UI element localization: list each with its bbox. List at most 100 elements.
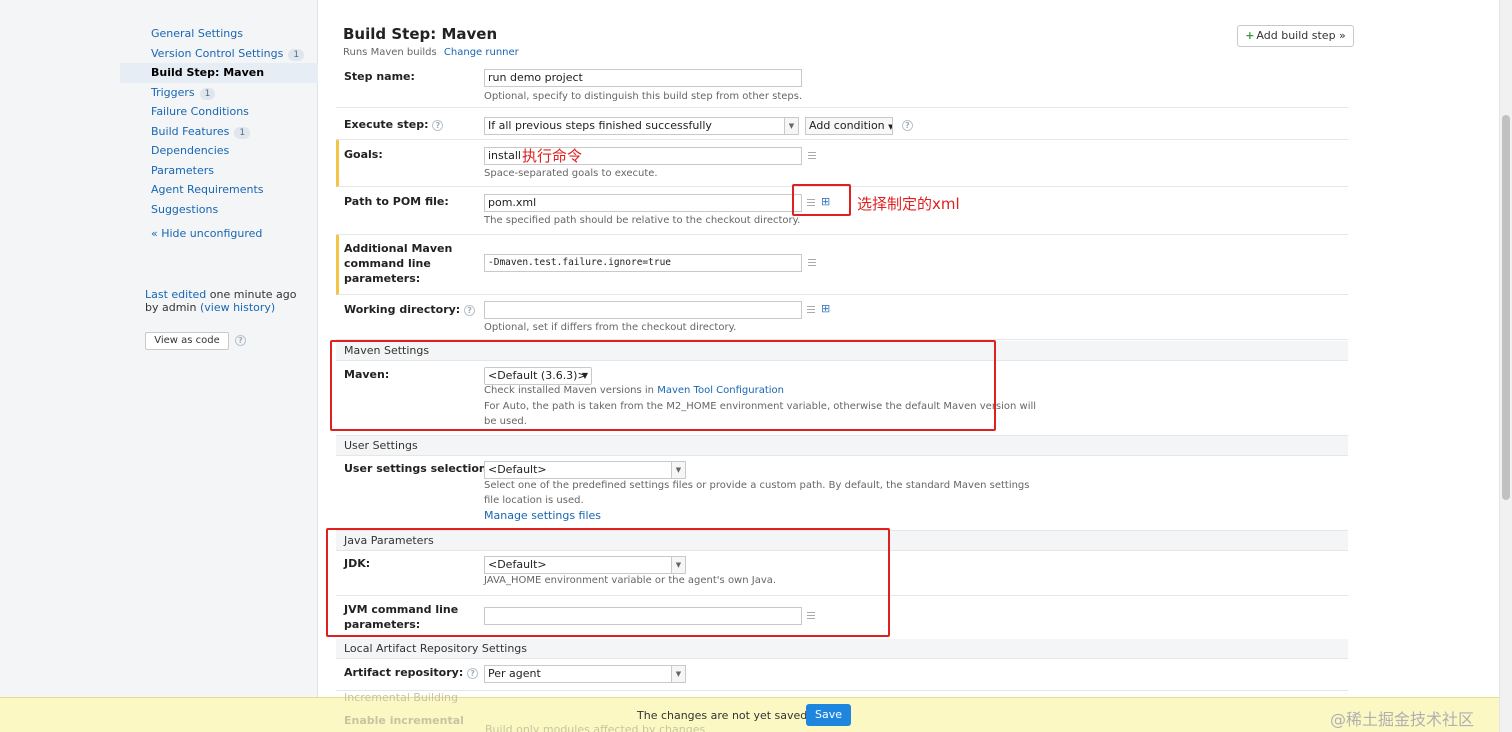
execute-step-label: Execute step: bbox=[344, 118, 429, 131]
edited-by: by admin bbox=[145, 301, 197, 314]
sidebar-item-triggers[interactable]: Triggers 1 bbox=[120, 83, 318, 103]
annotation-box-maven-settings bbox=[330, 340, 996, 431]
save-button[interactable]: Save bbox=[806, 704, 851, 726]
artifact-repository-select[interactable]: Per agent ▼ bbox=[484, 665, 686, 683]
help-icon[interactable]: ? bbox=[464, 304, 476, 316]
working-dir-input[interactable] bbox=[484, 301, 802, 319]
execute-step-select[interactable]: If all previous steps finished successfu… bbox=[484, 117, 799, 135]
local-repo-header: Local Artifact Repository Settings bbox=[336, 639, 1348, 659]
user-settings-header: User Settings bbox=[336, 436, 1348, 456]
watermark: @稀土掘金技术社区 bbox=[1330, 710, 1475, 729]
sidebar-nav: General Settings Version Control Setting… bbox=[120, 24, 318, 219]
count-badge: 1 bbox=[199, 87, 216, 100]
help-icon[interactable]: ? bbox=[467, 667, 479, 679]
sidebar-item-general-settings[interactable]: General Settings bbox=[120, 24, 318, 44]
file-tree-icon[interactable]: ⊞ bbox=[821, 302, 830, 315]
step-name-hint: Optional, specify to distinguish this bu… bbox=[484, 91, 803, 102]
expand-editor-icon[interactable] bbox=[808, 259, 816, 266]
last-edited-link[interactable]: Last edited bbox=[145, 288, 206, 301]
view-history-link[interactable]: (view history) bbox=[200, 301, 275, 314]
chevron-down-icon: ▼ bbox=[784, 118, 798, 134]
incremental-option: Build only modules affected by changes bbox=[485, 723, 706, 732]
execute-step-row: Execute step: ? If all previous steps fi… bbox=[336, 108, 1348, 140]
goals-row: Goals: install 执行命令 Space-separated goal… bbox=[336, 140, 1348, 187]
manage-settings-files-link[interactable]: Manage settings files bbox=[484, 509, 601, 522]
count-badge: 1 bbox=[234, 126, 251, 139]
help-icon[interactable]: ? bbox=[432, 119, 444, 131]
artifact-repository-label: Artifact repository: bbox=[344, 666, 464, 679]
chevron-down-icon: ▼ bbox=[671, 666, 685, 682]
sidebar-item-label: Build Step: Maven bbox=[151, 66, 265, 79]
step-name-label: Step name: bbox=[344, 70, 415, 83]
user-settings-hint-cont: file location is used. bbox=[484, 495, 584, 506]
expand-editor-icon[interactable] bbox=[808, 152, 816, 159]
sidebar-item-label: Dependencies bbox=[151, 144, 230, 157]
sidebar-item-label: Failure Conditions bbox=[151, 105, 249, 118]
sidebar: General Settings Version Control Setting… bbox=[0, 0, 318, 732]
sidebar-item-build-step-maven[interactable]: Build Step: Maven bbox=[120, 63, 318, 83]
pom-path-input[interactable]: pom.xml bbox=[484, 194, 802, 212]
goals-hint: Space-separated goals to execute. bbox=[484, 168, 658, 179]
working-dir-label: Working directory: bbox=[344, 303, 461, 316]
sidebar-item-dependencies[interactable]: Dependencies bbox=[120, 141, 318, 161]
add-build-step-label: Add build step » bbox=[1256, 29, 1346, 42]
additional-params-input[interactable]: -Dmaven.test.failure.ignore=true bbox=[484, 254, 802, 272]
goals-annotation: 执行命令 bbox=[522, 147, 583, 165]
sidebar-item-label: General Settings bbox=[151, 27, 243, 40]
step-name-input[interactable]: run demo project bbox=[484, 69, 802, 87]
sidebar-item-suggestions[interactable]: Suggestions bbox=[120, 200, 318, 220]
sidebar-item-label: Triggers bbox=[151, 85, 195, 99]
last-edited-time: one minute ago bbox=[209, 288, 297, 301]
caret-down-icon: ▼ bbox=[888, 123, 892, 131]
count-badge: 1 bbox=[288, 48, 305, 61]
page-scrollbar[interactable] bbox=[1499, 0, 1512, 732]
user-settings-row: User settings selection: <Default> ▼ Sele… bbox=[336, 456, 1348, 531]
user-settings-value: <Default> bbox=[488, 463, 547, 476]
page-subtitle: Runs Maven builds Change runner bbox=[343, 47, 519, 58]
add-condition-button[interactable]: Add condition ▼ bbox=[805, 117, 893, 135]
pom-path-hint: The specified path should be relative to… bbox=[484, 215, 801, 226]
help-icon[interactable]: ? bbox=[235, 335, 246, 346]
unsaved-message: The changes are not yet saved. bbox=[637, 709, 811, 722]
user-settings-select[interactable]: <Default> ▼ bbox=[484, 461, 686, 479]
add-build-step-button[interactable]: + Add build step » bbox=[1237, 25, 1354, 47]
working-dir-row: Working directory: ? ⊞ Optional, set if … bbox=[336, 295, 1348, 340]
artifact-repository-value: Per agent bbox=[488, 667, 541, 680]
artifact-repository-row: Artifact repository: ? Per agent ▼ bbox=[336, 659, 1348, 691]
sidebar-item-label: Parameters bbox=[151, 163, 214, 177]
sidebar-item-build-features[interactable]: Build Features 1 bbox=[120, 122, 318, 142]
annotation-box-java-parameters bbox=[326, 528, 890, 637]
annotation-box-pom bbox=[792, 184, 851, 216]
expand-editor-icon[interactable] bbox=[807, 306, 815, 313]
step-name-row: Step name: run demo project Optional, sp… bbox=[336, 63, 1348, 108]
change-runner-link[interactable]: Change runner bbox=[444, 47, 519, 58]
add-condition-label: Add condition bbox=[809, 119, 885, 132]
incremental-label: Enable incremental bbox=[344, 714, 464, 727]
hide-unconfigured-link[interactable]: « Hide unconfigured bbox=[151, 227, 262, 240]
page-title: Build Step: Maven bbox=[343, 25, 498, 43]
execute-step-value: If all previous steps finished successfu… bbox=[488, 119, 712, 132]
sidebar-item-version-control-settings[interactable]: Version Control Settings 1 bbox=[120, 44, 318, 64]
additional-params-label: Additional Maven command line parameters… bbox=[344, 242, 453, 285]
user-settings-label: User settings selection: bbox=[344, 462, 492, 475]
runner-description: Runs Maven builds bbox=[343, 47, 437, 58]
sidebar-item-failure-conditions[interactable]: Failure Conditions bbox=[120, 102, 318, 122]
main-content: Build Step: Maven Runs Maven builds Chan… bbox=[319, 0, 1499, 732]
sidebar-item-agent-requirements[interactable]: Agent Requirements bbox=[120, 180, 318, 200]
scrollbar-thumb[interactable] bbox=[1502, 115, 1510, 500]
working-dir-hint: Optional, set if differs from the checko… bbox=[484, 322, 737, 333]
incremental-header: Incremental Building bbox=[344, 691, 458, 704]
chevron-down-icon: ▼ bbox=[671, 462, 685, 478]
view-as-code-button[interactable]: View as code bbox=[145, 332, 229, 350]
sidebar-item-label: Suggestions bbox=[151, 202, 219, 216]
last-edited-info: Last edited one minute ago by admin (vie… bbox=[145, 288, 297, 314]
help-icon[interactable]: ? bbox=[902, 120, 913, 131]
additional-params-row: Additional Maven command line parameters… bbox=[336, 235, 1348, 295]
goals-label: Goals: bbox=[344, 148, 383, 161]
pom-path-label: Path to POM file: bbox=[344, 195, 449, 208]
sidebar-item-label: Version Control Settings bbox=[151, 46, 284, 60]
pom-annotation: 选择制定的xml bbox=[857, 195, 960, 213]
user-settings-hint: Select one of the predefined settings fi… bbox=[484, 480, 1030, 491]
plus-icon: + bbox=[1245, 29, 1255, 42]
sidebar-item-parameters[interactable]: Parameters bbox=[120, 161, 318, 181]
